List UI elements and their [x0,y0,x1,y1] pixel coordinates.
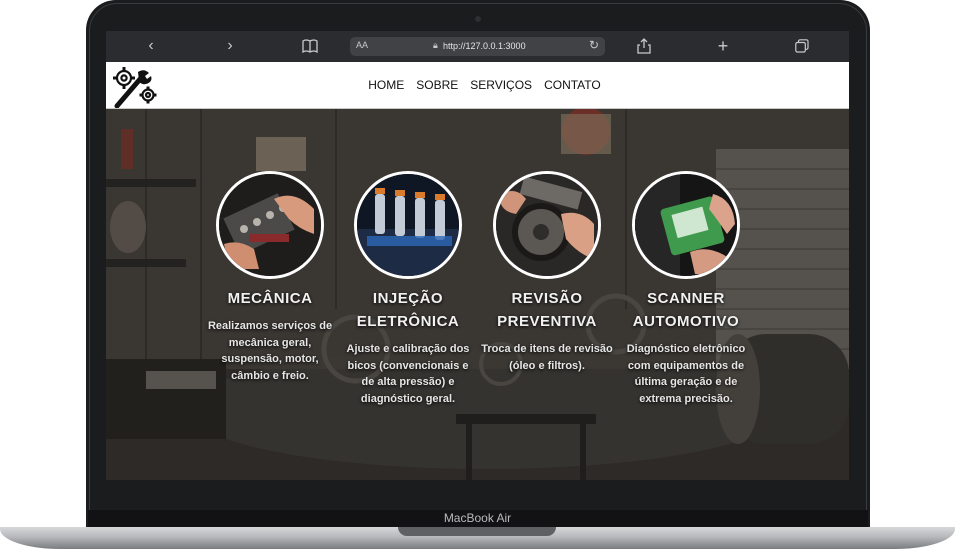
service-description: Troca de itens de revisão (óleo e filtro… [481,343,613,372]
camera-icon [475,16,481,22]
hero-garage-background: MECÂNICA Realizamos serviços de mecânica… [106,109,849,480]
service-card-injecao: INJEÇÃO ELETRÔNICA Ajuste e calibração d… [340,171,476,407]
main-nav: HOME SOBRE SERVIÇOS CONTATO [106,62,849,108]
chevron-left-icon[interactable]: ‹ [141,36,161,56]
reload-icon[interactable]: ↻ [589,38,599,52]
nav-contato[interactable]: CONTATO [544,78,601,92]
service-description: Ajuste e calibração dos bicos (convencio… [346,343,470,405]
nav-sobre[interactable]: SOBRE [416,78,458,92]
laptop-model-label: MacBook Air [443,511,512,525]
address-bar[interactable]: AA 🔒︎ http://127.0.0.1:3000 ↻ [350,37,605,56]
browser-toolbar: ‹ › AA 🔒︎ http://127.0.0.1:3000 ↻ + [106,31,849,62]
service-card-mecanica: MECÂNICA Realizamos serviços de mecânica… [202,171,338,384]
service-title: REVISÃO PREVENTIVA [497,290,597,330]
engine-repair-photo [216,171,324,279]
text-size-button[interactable]: AA [356,40,368,50]
service-title: INJEÇÃO ELETRÔNICA [356,290,460,330]
timing-belt-photo [493,171,601,279]
tabs-icon[interactable] [792,36,812,56]
share-icon[interactable] [634,36,654,56]
book-icon[interactable] [300,36,320,56]
service-card-revisao: REVISÃO PREVENTIVA Troca de itens de rev… [479,171,615,374]
service-title: MECÂNICA [227,290,313,307]
chevron-right-icon[interactable]: › [220,36,240,56]
diagnostic-scanner-photo [632,171,740,279]
service-description: Diagnóstico eletrônico com equipamentos … [626,343,746,405]
website: HOME SOBRE SERVIÇOS CONTATO MECÂNICA Rea… [106,62,849,480]
laptop-notch [398,527,556,536]
service-title: SCANNER AUTOMOTIVO [632,290,740,330]
url-text[interactable]: http://127.0.0.1:3000 [443,41,526,51]
site-navbar: HOME SOBRE SERVIÇOS CONTATO [106,62,849,108]
fuel-injectors-photo [354,171,462,279]
nav-home[interactable]: HOME [368,78,404,92]
laptop-screen: ‹ › AA 🔒︎ http://127.0.0.1:3000 ↻ + HOME… [106,31,849,480]
service-card-scanner: SCANNER AUTOMOTIVO Diagnóstico eletrônic… [618,171,754,407]
nav-servicos[interactable]: SERVIÇOS [470,78,532,92]
lock-icon: 🔒︎ [433,40,438,50]
service-description: Realizamos serviços de mecânica geral, s… [207,320,333,382]
plus-icon[interactable]: + [713,36,733,56]
